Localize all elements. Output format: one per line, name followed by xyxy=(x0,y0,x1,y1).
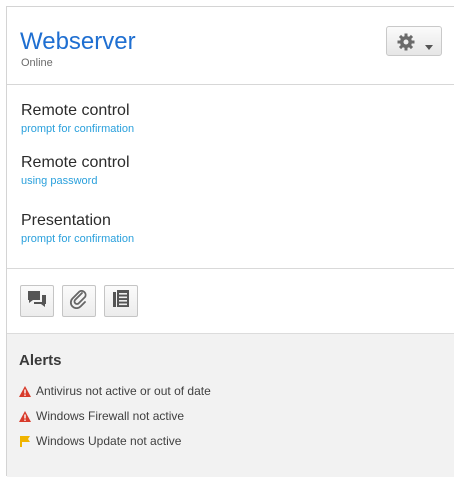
alert-text: Antivirus not active or out of date xyxy=(36,384,211,398)
connection-title: Remote control xyxy=(21,154,130,171)
chat-button[interactable] xyxy=(20,285,54,317)
action-toolbar xyxy=(7,269,454,334)
device-panel: Webserver Online Remote control prompt f… xyxy=(6,6,454,477)
device-title: Webserver xyxy=(20,28,136,55)
alert-item: Windows Firewall not active xyxy=(19,409,184,423)
warning-triangle-icon xyxy=(19,410,31,422)
alert-text: Windows Firewall not active xyxy=(36,409,185,423)
alert-text: Windows Update not active xyxy=(36,434,182,448)
connection-title: Remote control xyxy=(21,102,130,119)
device-header: Webserver Online xyxy=(7,7,454,85)
gear-icon xyxy=(396,32,416,57)
chevron-down-icon xyxy=(425,38,433,56)
warning-triangle-icon xyxy=(19,385,31,397)
connection-title: Presentation xyxy=(21,212,111,229)
alert-item: Antivirus not active or out of date xyxy=(19,384,211,398)
alerts-section: Alerts Antivirus not active or out of da… xyxy=(7,334,454,477)
chat-icon xyxy=(26,289,48,314)
connection-options: Remote control prompt for confirmation R… xyxy=(7,84,454,270)
connection-remote-control-password[interactable]: Remote control using password xyxy=(21,154,130,188)
device-status: Online xyxy=(21,57,53,69)
connection-subtitle: using password xyxy=(21,175,98,187)
settings-menu-button[interactable] xyxy=(386,26,442,56)
paperclip-icon xyxy=(69,289,89,314)
connection-presentation[interactable]: Presentation prompt for confirmation xyxy=(21,212,134,246)
alert-item: Windows Update not active xyxy=(19,434,181,448)
attach-file-button[interactable] xyxy=(62,285,96,317)
flag-icon xyxy=(20,435,30,447)
connection-subtitle: prompt for confirmation xyxy=(21,123,135,135)
connection-remote-control-confirm[interactable]: Remote control prompt for confirmation xyxy=(21,102,134,136)
document-list-icon xyxy=(112,289,130,314)
alerts-title: Alerts xyxy=(19,352,62,369)
connection-subtitle: prompt for confirmation xyxy=(21,233,135,245)
document-list-button[interactable] xyxy=(104,285,138,317)
